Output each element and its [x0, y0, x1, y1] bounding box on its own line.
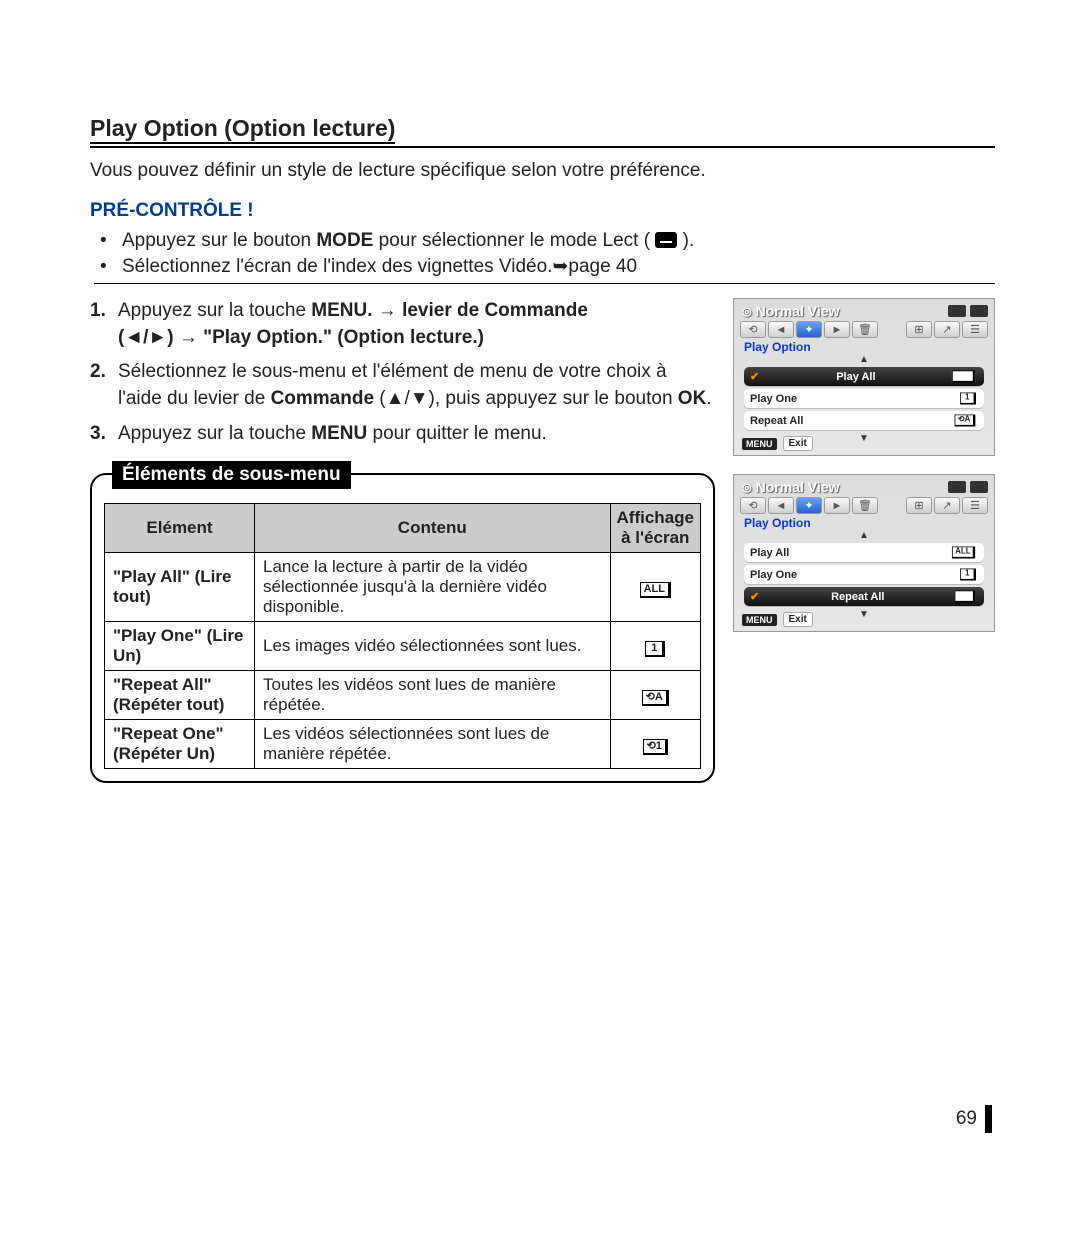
cell-content: Les images vidéo sélectionnées sont lues… [255, 622, 611, 671]
status-indicators [948, 481, 988, 493]
playmode-icon [655, 232, 677, 248]
page-number: 69 [956, 1105, 992, 1133]
cell-element: "Repeat One" (Répéter Un) [105, 720, 255, 769]
status-indicators [948, 305, 988, 317]
section-title: Play Option (Option lecture) [90, 115, 995, 148]
intro-paragraph: Vous pouvez définir un style de lecture … [90, 160, 995, 182]
exit-btn-label: Exit [783, 436, 813, 451]
precheck-list: Appuyez sur le bouton MODE pour sélectio… [94, 228, 995, 284]
cell-icon: ⟲A [610, 671, 700, 720]
cell-icon: ALL [610, 553, 700, 622]
cell-icon: 1 [610, 622, 700, 671]
submenu-table: Elément Contenu Affichage à l'écran "Pla… [104, 503, 701, 769]
camera-icon: ◎ [742, 305, 752, 318]
menu-item: Play One1 [744, 565, 984, 584]
check-icon: ✔ [750, 590, 759, 603]
table-row: "Repeat All" (Répéter tout) Toutes les v… [105, 671, 701, 720]
th-content: Contenu [255, 504, 611, 553]
nav-icons-row: ⟲◄✦►🗑 ⊞↗☰ [734, 497, 994, 514]
exit-btn-label: Exit [783, 612, 813, 627]
cell-content: Les vidéos sélectionnées sont lues de ma… [255, 720, 611, 769]
precheck-item: Appuyez sur le bouton MODE pour sélectio… [94, 228, 995, 254]
cell-content: Lance la lecture à partir de la vidéo sé… [255, 553, 611, 622]
menu-item: ✔Repeat All⟲A [744, 587, 984, 606]
step-item: Appuyez sur la touche MENU. → levier de … [90, 298, 715, 351]
menu-btn-label: MENU [742, 438, 777, 450]
menu-item: Play AllALL [744, 543, 984, 562]
table-row: "Play One" (Lire Un) Les images vidéo sé… [105, 622, 701, 671]
menu-btn-label: MENU [742, 614, 777, 626]
menu-item: Play One1 [744, 389, 984, 408]
preview-screens: ◎ Normal View ⟲◄✦►🗑 ⊞↗☰ Play Option ▲ ✔P… [733, 298, 995, 783]
step-item: Appuyez sur la touche MENU pour quitter … [90, 421, 715, 448]
precheck-heading: PRÉ-CONTRÔLE ! [90, 200, 995, 222]
submenu-header: Éléments de sous-menu [112, 461, 351, 489]
check-icon: ✔ [750, 370, 759, 383]
menu-item: ✔Play AllALL [744, 367, 984, 386]
table-row: "Play All" (Lire tout) Lance la lecture … [105, 553, 701, 622]
steps-list: Appuyez sur la touche MENU. → levier de … [90, 298, 715, 447]
screen-title: Normal View [756, 303, 840, 319]
th-display: Affichage à l'écran [610, 504, 700, 553]
up-arrow-icon: ▲ [734, 354, 994, 365]
cell-element: "Play One" (Lire Un) [105, 622, 255, 671]
cell-icon: ⟲1 [610, 720, 700, 769]
menu-label: Play Option [734, 338, 994, 354]
up-arrow-icon: ▲ [734, 530, 994, 541]
nav-icons-row: ⟲◄✦►🗑 ⊞↗☰ [734, 321, 994, 338]
th-element: Elément [105, 504, 255, 553]
menu-label: Play Option [734, 514, 994, 530]
step-item: Sélectionnez le sous-menu et l'élément d… [90, 359, 715, 412]
menu-item: Repeat All⟲A [744, 411, 984, 430]
submenu-box: Éléments de sous-menu Elément Contenu Af… [90, 473, 715, 783]
camera-icon: ◎ [742, 481, 752, 494]
table-row: "Repeat One" (Répéter Un) Les vidéos sél… [105, 720, 701, 769]
cell-element: "Repeat All" (Répéter tout) [105, 671, 255, 720]
screen-title: Normal View [756, 479, 840, 495]
precheck-item: Sélectionnez l'écran de l'index des vign… [94, 254, 995, 280]
preview-screen-2: ◎ Normal View ⟲◄✦►🗑 ⊞↗☰ Play Option ▲ Pl… [733, 474, 995, 632]
preview-screen-1: ◎ Normal View ⟲◄✦►🗑 ⊞↗☰ Play Option ▲ ✔P… [733, 298, 995, 456]
cell-element: "Play All" (Lire tout) [105, 553, 255, 622]
cell-content: Toutes les vidéos sont lues de manière r… [255, 671, 611, 720]
